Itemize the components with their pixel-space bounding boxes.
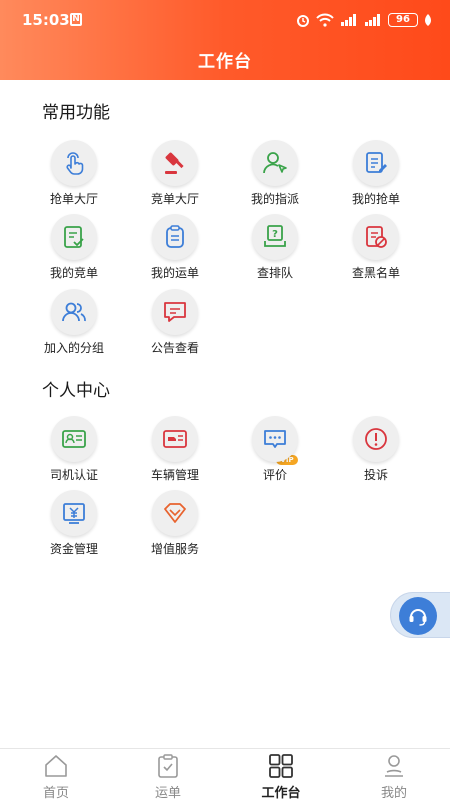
item-label: 我的抢单 (351, 192, 400, 206)
item-label: 加入的分组 (43, 341, 104, 355)
grid-icon (269, 754, 293, 778)
item-label: 投诉 (363, 468, 388, 482)
headset-icon (399, 597, 437, 635)
app-header: 15:03 N 96 工作台 (0, 0, 450, 80)
home-icon (45, 755, 67, 777)
item-label: 查排队 (256, 266, 293, 280)
customer-service-button[interactable] (390, 592, 450, 638)
joined-groups-item[interactable]: 加入的分组 (24, 289, 124, 359)
my-bids-item[interactable]: 我的竞单 (24, 214, 124, 284)
complaint-item[interactable]: 投诉 (326, 416, 426, 486)
item-label: 资金管理 (49, 542, 98, 556)
bid-order-hall-item[interactable]: 竞单大厅 (125, 140, 225, 210)
announcements-item[interactable]: 公告查看 (125, 289, 225, 359)
queue-monitor-icon: ? (252, 214, 298, 260)
item-label: 我的运单 (150, 266, 199, 280)
yen-document-icon (51, 490, 97, 536)
tab-home[interactable]: 首页 (0, 749, 112, 800)
document-edit-icon (353, 140, 399, 186)
tab-mine[interactable]: 我的 (338, 749, 450, 800)
section-title-personal: 个人中心 (42, 381, 110, 401)
battery-icon: 96 (388, 13, 418, 27)
item-label: 增值服务 (150, 542, 199, 556)
item-label: 车辆管理 (150, 468, 199, 482)
hand-tap-icon (51, 140, 97, 186)
svg-text:?: ? (272, 229, 278, 240)
status-icons: 96 (296, 12, 432, 28)
driver-verification-item[interactable]: 司机认证 (24, 416, 124, 486)
document-forbidden-icon (353, 214, 399, 260)
item-label: 我的竞单 (49, 266, 98, 280)
status-bar: 15:03 N 96 (0, 0, 450, 40)
rating-item[interactable]: 评价 (225, 416, 325, 486)
tab-label: 工作台 (261, 786, 301, 800)
nfc-icon: N (70, 13, 82, 26)
item-label: 我的指派 (250, 192, 299, 206)
chat-dots-icon (252, 416, 298, 462)
vehicle-management-item[interactable]: 车辆管理 (125, 416, 225, 486)
alert-circle-icon (353, 416, 399, 462)
item-label: 司机认证 (49, 468, 98, 482)
document-check-icon (51, 214, 97, 260)
item-label: 评价 (262, 468, 287, 482)
check-blacklist-item[interactable]: 查黑名单 (326, 214, 426, 284)
user-icon (385, 755, 403, 777)
my-waybills-item[interactable]: 我的运单 (125, 214, 225, 284)
page-title: 工作台 (198, 52, 252, 72)
fund-management-item[interactable]: 资金管理 (24, 490, 124, 560)
clipboard-check-icon (158, 754, 178, 778)
section-title-common: 常用功能 (42, 103, 110, 123)
tab-label: 首页 (42, 786, 69, 800)
leaf-icon (425, 14, 431, 26)
gavel-icon (152, 140, 198, 186)
tab-workbench[interactable]: 工作台 (225, 749, 337, 800)
grab-order-hall-item[interactable]: 抢单大厅 (24, 140, 124, 210)
id-card-icon (51, 416, 97, 462)
wifi-icon (316, 13, 334, 27)
diamond-icon (152, 490, 198, 536)
vehicle-card-icon (152, 416, 198, 462)
my-assignments-item[interactable]: 我的指派 (225, 140, 325, 210)
tab-label: 运单 (154, 786, 181, 800)
item-label: 公告查看 (150, 341, 199, 355)
item-label: 竞单大厅 (150, 192, 199, 206)
users-group-icon (51, 289, 97, 335)
signal-icon (341, 14, 356, 26)
check-queue-item[interactable]: ? VIP 查排队 (225, 214, 325, 465)
tab-label: 我的 (380, 786, 407, 800)
item-label: 抢单大厅 (49, 192, 98, 206)
signal-icon-2 (365, 14, 380, 26)
user-cursor-icon (252, 140, 298, 186)
value-added-services-item[interactable]: 增值服务 (125, 490, 225, 560)
item-label: 查黑名单 (351, 266, 400, 280)
status-time: 15:03 (22, 11, 70, 29)
clipboard-icon (152, 214, 198, 260)
tab-waybill[interactable]: 运单 (112, 749, 224, 800)
alarm-icon (297, 15, 309, 27)
message-icon (152, 289, 198, 335)
bottom-tab-bar: 首页 运单 工作台 我的 (0, 748, 450, 800)
my-grabs-item[interactable]: 我的抢单 (326, 140, 426, 210)
